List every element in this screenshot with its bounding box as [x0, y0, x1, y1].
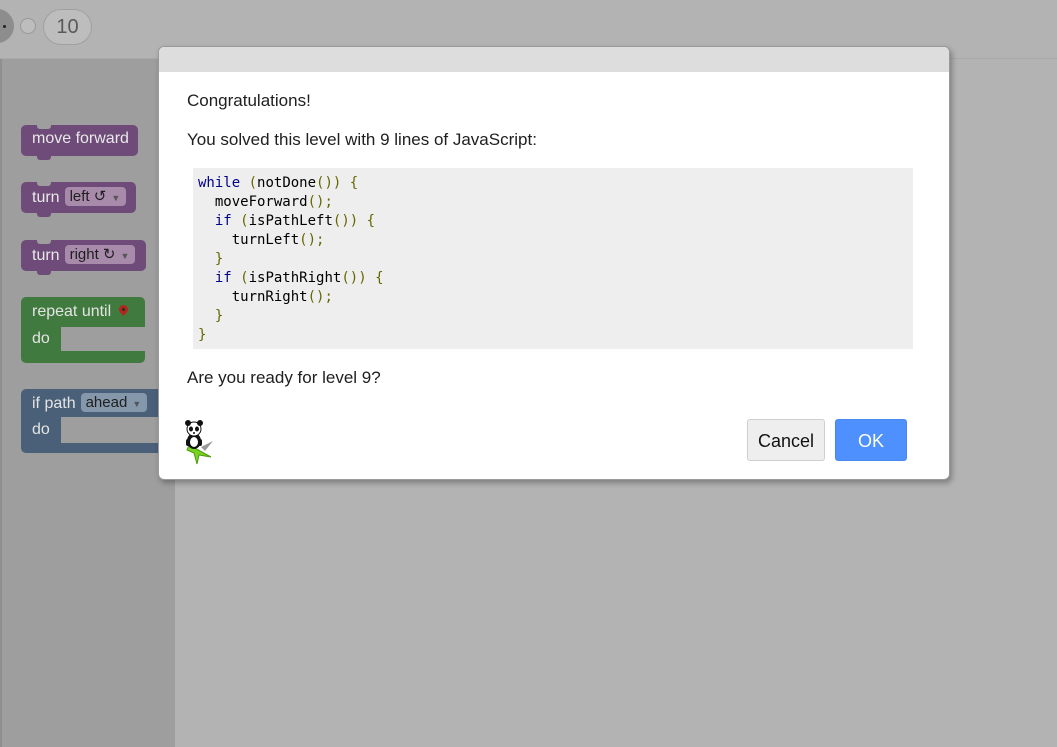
block-label: move forward: [32, 130, 129, 147]
ok-button[interactable]: OK: [835, 419, 907, 461]
block-if-slot: [61, 417, 158, 443]
path-direction-dropdown[interactable]: ahead ▼: [80, 393, 148, 412]
code-line: }: [214, 308, 224, 324]
dialog-congrats-text: Congratulations!: [187, 91, 311, 110]
code-block: while (notDone()) { moveForward(); if (i…: [193, 168, 913, 349]
code-line: if (isPathRight()) {: [214, 270, 384, 286]
maze-app: 10 move forward turn left ↺ ▼ turn right ↻ ▼…: [0, 0, 1057, 747]
code-line: moveForward();: [198, 194, 333, 210]
turn-direction-dropdown[interactable]: right ↻ ▼: [64, 245, 136, 264]
block-if-path[interactable]: if path ahead ▼ do: [21, 389, 158, 453]
block-label-wrap: repeat until: [32, 303, 131, 321]
dialog-question-text: Are you ready for level 9?: [187, 368, 381, 387]
block-repeat-until[interactable]: repeat until do: [21, 297, 145, 363]
dropdown-arrow-icon: ▼: [111, 193, 121, 203]
block-label-wrap: if path ahead ▼: [32, 393, 148, 413]
panda-on-arrow-icon: [185, 420, 213, 465]
congratulations-dialog: Congratulations! You solved this level w…: [158, 46, 950, 480]
cancel-button[interactable]: Cancel: [747, 419, 825, 461]
block-turn-left[interactable]: turn left ↺ ▼: [21, 182, 136, 217]
dropdown-value: left ↺: [69, 188, 107, 205]
dropdown-value: ahead: [85, 394, 128, 411]
dropdown-arrow-icon: ▼: [132, 399, 142, 409]
code-line: turnRight();: [198, 289, 333, 305]
code-line: turnLeft();: [198, 232, 325, 248]
code-line: }: [198, 327, 207, 343]
block-do-label: do: [32, 330, 50, 347]
block-repeat-bottom: [21, 351, 145, 363]
code-line: if (isPathLeft()) {: [214, 213, 376, 229]
block-if-bottom: [21, 443, 158, 453]
dialog-solved-text: You solved this level with 9 lines of Ja…: [187, 130, 537, 149]
block-do-label: do: [32, 421, 50, 438]
level-current-badge[interactable]: 10: [43, 9, 92, 45]
block-label: turn: [32, 247, 60, 264]
block-move-forward[interactable]: move forward: [21, 125, 138, 160]
block-label: if path: [32, 395, 76, 412]
turn-direction-dropdown[interactable]: left ↺ ▼: [64, 187, 127, 206]
toolbox: move forward turn left ↺ ▼ turn right ↻ ▼ re…: [0, 59, 175, 747]
block-turn-right[interactable]: turn right ↻ ▼: [21, 240, 146, 275]
dropdown-arrow-icon: ▼: [120, 251, 130, 261]
dropdown-value: right ↻: [69, 246, 116, 263]
map-marker-icon: [117, 303, 131, 316]
code-line: }: [214, 251, 224, 267]
block-label: repeat until: [32, 303, 112, 320]
dialog-header[interactable]: [159, 47, 949, 72]
code-line: while (notDone()) {: [198, 175, 359, 191]
block-repeat-slot: [61, 327, 145, 351]
level-dot-previous[interactable]: [0, 9, 14, 43]
level-dot[interactable]: [20, 18, 36, 34]
block-label: turn: [32, 189, 60, 206]
